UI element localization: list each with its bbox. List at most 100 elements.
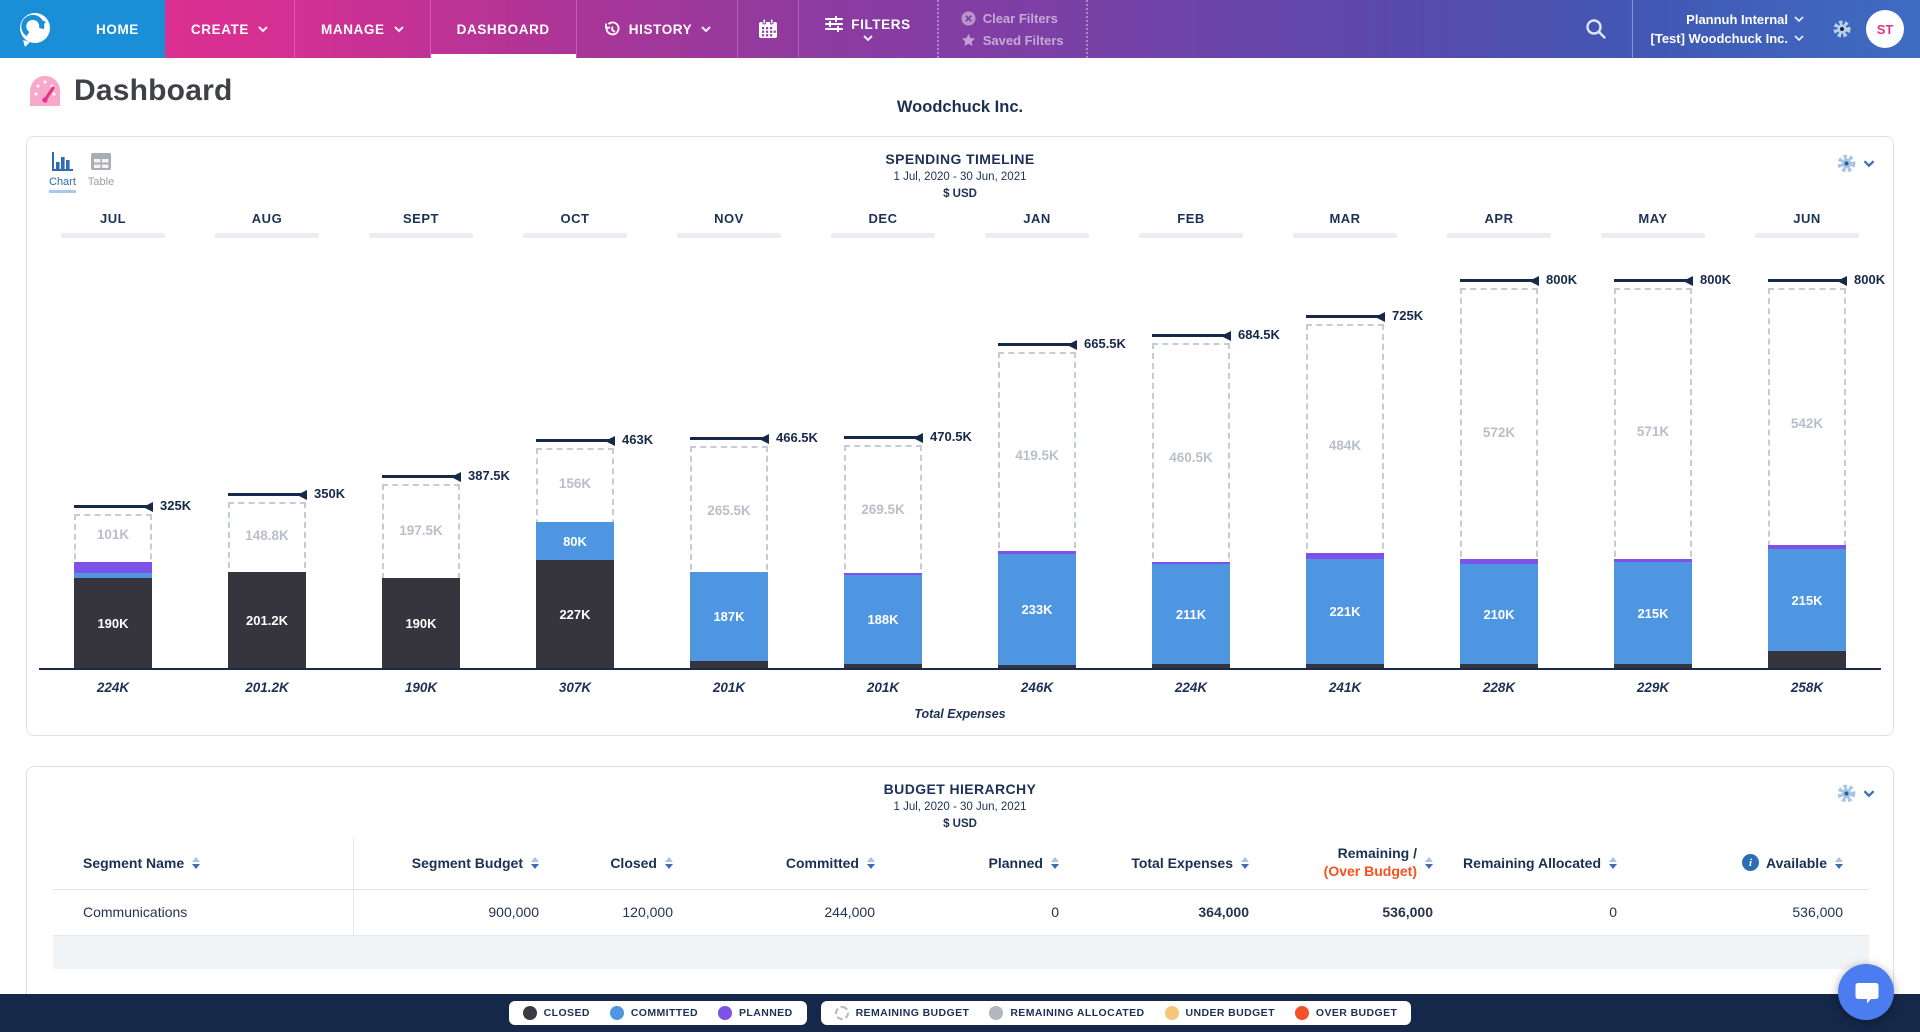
legend-swatch — [835, 1006, 849, 1020]
bar-segment-closed[interactable]: 190K — [74, 578, 152, 668]
nav-create[interactable]: CREATE — [165, 0, 295, 58]
stacked-bar[interactable]: 211K — [1152, 562, 1230, 668]
bar-segment-committed[interactable]: 233K — [998, 554, 1076, 665]
bar-segment-closed[interactable] — [690, 661, 768, 668]
bar-segment-closed[interactable]: 190K — [382, 578, 460, 668]
month-label: OCT — [519, 211, 631, 226]
column-header[interactable]: Segment Budget — [353, 837, 565, 889]
nav-manage[interactable]: MANAGE — [295, 0, 431, 58]
legend-group: CLOSEDCOMMITTEDPLANNED — [509, 1001, 807, 1025]
column-header[interactable]: Segment Name — [53, 837, 353, 889]
table-header-row: Segment Name Segment Budget ClosedCommitte… — [53, 837, 1869, 889]
budget-marker-arrow — [143, 502, 153, 512]
nav-history[interactable]: HISTORY — [577, 0, 738, 58]
stacked-bar[interactable]: 233K — [998, 551, 1076, 668]
org-primary-dropdown[interactable]: Plannuh Internal — [1686, 12, 1804, 27]
budget-marker-arrow — [451, 472, 461, 482]
search-button[interactable] — [1560, 0, 1632, 58]
clear-circle-x-icon — [961, 11, 976, 26]
nav-home[interactable]: HOME — [70, 0, 165, 58]
legend-swatch — [523, 1006, 537, 1020]
chevron-down-icon — [1863, 790, 1875, 798]
saved-filters-button[interactable]: Saved Filters — [961, 33, 1064, 48]
bar-segment-committed[interactable]: 215K — [1614, 562, 1692, 664]
budget-marker-arrow — [297, 490, 307, 500]
bar-segment-planned[interactable] — [74, 562, 152, 573]
stacked-bar[interactable]: 188K — [844, 573, 922, 668]
hierarchy-card-settings[interactable] — [1836, 783, 1875, 804]
column-header[interactable]: Total Expenses — [1085, 837, 1275, 889]
column-header[interactable]: Closed — [565, 837, 699, 889]
info-icon[interactable]: i — [1742, 854, 1759, 871]
sort-icon[interactable] — [192, 857, 200, 869]
bar-segment-closed[interactable] — [1768, 651, 1846, 668]
stacked-bar[interactable]: 201.2K — [228, 572, 306, 668]
stacked-bar[interactable]: 187K — [690, 572, 768, 668]
stacked-bar[interactable]: 227K80K — [536, 522, 614, 668]
user-avatar[interactable]: ST — [1866, 10, 1904, 48]
org-secondary-dropdown[interactable]: [Test] Woodchuck Inc. — [1651, 31, 1804, 46]
month-label: APR — [1443, 211, 1555, 226]
month-column: MAY — [1597, 211, 1709, 238]
table-row-partial[interactable] — [53, 935, 1869, 969]
chevron-down-icon — [1794, 35, 1804, 42]
month-label: MAY — [1597, 211, 1709, 226]
stacked-bar[interactable]: 215K — [1614, 559, 1692, 668]
column-header[interactable]: Remaining Allocated — [1459, 837, 1643, 889]
sort-icon[interactable] — [665, 857, 673, 869]
stacked-bar[interactable]: 221K — [1306, 553, 1384, 668]
bar-group: 542K 800K215K — [1751, 240, 1863, 670]
plannuh-logo-icon[interactable] — [0, 0, 70, 58]
bar-segment-committed[interactable]: 188K — [844, 575, 922, 664]
bar-segment-closed[interactable]: 227K — [536, 560, 614, 668]
column-header[interactable]: Planned — [901, 837, 1085, 889]
nav-dashboard[interactable]: DASHBOARD — [431, 0, 577, 58]
sort-icon[interactable] — [1425, 857, 1433, 869]
sort-icon[interactable] — [1835, 857, 1843, 869]
column-header[interactable]: Committed — [699, 837, 901, 889]
table-row[interactable]: Communications900,000120,000244,0000364,… — [53, 889, 1869, 935]
spending-card-settings[interactable] — [1836, 153, 1875, 174]
sort-icon[interactable] — [531, 857, 539, 869]
chevron-down-icon — [701, 26, 711, 33]
column-header[interactable]: Remaining /(Over Budget) — [1275, 837, 1459, 889]
stacked-bar[interactable]: 190K — [382, 578, 460, 668]
bar-segment-committed[interactable]: 221K — [1306, 559, 1384, 664]
month-underline — [215, 233, 319, 238]
sort-icon[interactable] — [1609, 857, 1617, 869]
sort-icon[interactable] — [867, 857, 875, 869]
chart-baseline — [39, 668, 1881, 670]
month-underline — [1447, 233, 1551, 238]
column-label: Remaining Allocated — [1463, 855, 1601, 871]
nav-calendar-button[interactable] — [738, 0, 799, 58]
remaining-value-label: 419.5K — [998, 448, 1076, 463]
sort-icon[interactable] — [1051, 857, 1059, 869]
remaining-value-label: 156K — [536, 476, 614, 491]
bar-segment-committed[interactable]: 210K — [1460, 564, 1538, 664]
budget-marker: 684.5K — [1152, 334, 1230, 337]
legend-swatch — [1295, 1006, 1309, 1020]
legend-item: UNDER BUDGET — [1165, 1006, 1275, 1020]
stacked-bar[interactable]: 190K — [74, 562, 152, 668]
stacked-bar[interactable]: 210K — [1460, 559, 1538, 668]
sort-icon[interactable] — [1241, 857, 1249, 869]
bar-segment-closed[interactable]: 201.2K — [228, 572, 306, 668]
nav-filters[interactable]: FILTERS — [799, 0, 936, 58]
remaining-value-label: 460.5K — [1152, 450, 1230, 465]
bar-segment-committed[interactable]: 215K — [1768, 549, 1846, 651]
column-label: Segment Budget — [412, 855, 523, 871]
column-header[interactable]: iAvailable — [1643, 837, 1869, 889]
remaining-value-label: 197.5K — [382, 523, 460, 538]
clear-filters-button[interactable]: Clear Filters — [961, 11, 1064, 26]
nav-home-label: HOME — [96, 22, 139, 37]
chat-launcher-button[interactable] — [1838, 964, 1894, 1020]
bar-segment-committed[interactable]: 80K — [536, 522, 614, 560]
spending-title: SPENDING TIMELINE — [27, 149, 1893, 169]
table-cell: 0 — [901, 889, 1085, 935]
bar-segment-committed[interactable]: 211K — [1152, 564, 1230, 664]
month-label: JUL — [57, 211, 169, 226]
bar-segment-committed[interactable]: 187K — [690, 572, 768, 661]
budget-marker-arrow — [1375, 312, 1385, 322]
stacked-bar[interactable]: 215K — [1768, 545, 1846, 668]
settings-gear-button[interactable] — [1822, 0, 1862, 58]
